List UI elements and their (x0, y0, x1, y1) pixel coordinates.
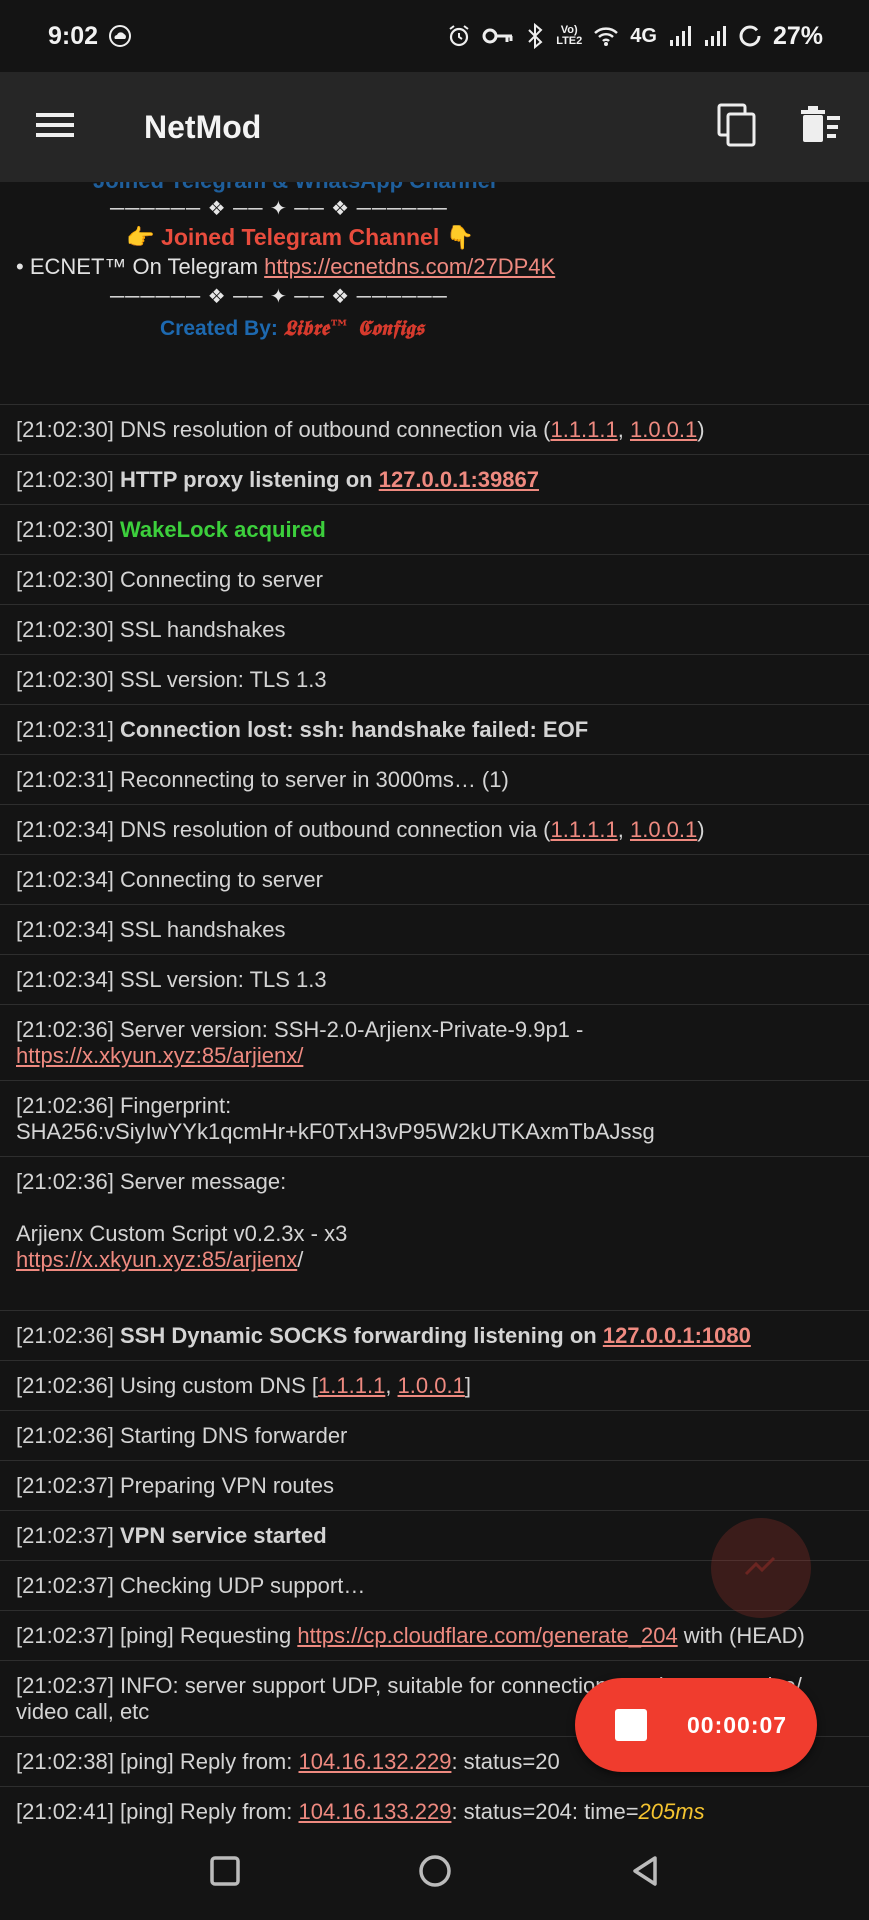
stats-fab[interactable] (711, 1518, 811, 1618)
log-row: [21:02:30] Connecting to server (0, 555, 869, 605)
dns-link[interactable]: 1.1.1.1 (318, 1373, 385, 1398)
log-row: [21:02:30] WakeLock acquired (0, 505, 869, 555)
back-triangle-icon[interactable] (629, 1854, 661, 1893)
log-row: [21:02:31] Reconnecting to server in 300… (0, 755, 869, 805)
network-type: 4G (630, 24, 657, 47)
log-row: [21:02:36] Server version: SSH-2.0-Arjie… (0, 1005, 869, 1081)
battery-level: 27% (772, 21, 823, 50)
log-row: [21:02:36] Using custom DNS [1.1.1.1, 1.… (0, 1361, 869, 1411)
status-bar: 9:02 Vo) LTE2 4G 27% (0, 0, 869, 72)
dns-link[interactable]: 1.1.1.1 (550, 817, 617, 842)
vpn-key-icon (482, 25, 514, 47)
hamburger-menu-icon[interactable] (36, 111, 74, 144)
ping-time: 205ms (638, 1799, 705, 1824)
signal-icon (668, 25, 692, 47)
log-row: [21:02:30] HTTP proxy listening on 127.0… (0, 455, 869, 505)
created-by: Created By: 𝕷𝖎𝖇𝖗𝖊™ 𝕮𝖔𝖓𝖋𝖎𝖌𝖘 (160, 315, 424, 341)
dns-link[interactable]: 1.0.0.1 (630, 817, 697, 842)
log-row: [21:02:36] Fingerprint: SHA256:vSiyIwYYk1… (0, 1081, 869, 1157)
ip-link[interactable]: 104.16.132.229 (299, 1749, 452, 1774)
connection-timer: 00:00:07 (687, 1711, 788, 1738)
ip-link[interactable]: 104.16.133.229 (299, 1799, 452, 1824)
telegram-label: 👉 Joined Telegram Channel 👇 (126, 224, 475, 250)
log-row: [21:02:31] Connection lost: ssh: handsha… (0, 705, 869, 755)
cloud-icon (108, 24, 132, 48)
log-row: [21:02:34] SSL version: TLS 1.3 (0, 955, 869, 1005)
ecnet-line: • ECNET™ On Telegram https://ecnetdns.co… (16, 254, 555, 280)
dns-link[interactable]: 1.0.0.1 (398, 1373, 465, 1398)
volte-icon: Vo) LTE2 (556, 24, 583, 47)
log-row: [21:02:34] Connecting to server (0, 855, 869, 905)
signal-icon (703, 25, 727, 47)
log-row: [21:02:30] SSL version: TLS 1.3 (0, 655, 869, 705)
clear-log-icon[interactable] (799, 105, 841, 149)
proxy-link[interactable]: 127.0.0.1:39867 (379, 467, 539, 492)
log-row: [21:02:34] DNS resolution of outbound co… (0, 805, 869, 855)
battery-ring-icon (738, 24, 762, 48)
ecnet-link[interactable]: https://ecnetdns.com/27DP4K (264, 254, 555, 279)
banner-divider: ────── ❖ ── ✦ ── ❖ ────── (110, 198, 448, 220)
bluetooth-icon (525, 23, 545, 49)
ecnet-prefix: • ECNET™ On Telegram (16, 254, 265, 279)
log-row: [21:02:37] [ping] Requesting https://cp.… (0, 1611, 869, 1661)
dns-link[interactable]: 1.1.1.1 (550, 417, 617, 442)
server-banner: Joined Telegram & WhatsApp Channel ─────… (0, 182, 869, 404)
system-nav-bar (0, 1826, 869, 1920)
log-list[interactable]: [21:02:30] DNS resolution of outbound co… (0, 404, 869, 1837)
dns-link[interactable]: 1.0.0.1 (630, 417, 697, 442)
created-brand: 𝕷𝖎𝖇𝖗𝖊™ 𝕮𝖔𝖓𝖋𝖎𝖌𝖘 (283, 315, 425, 340)
log-row: [21:02:34] SSL handshakes (0, 905, 869, 955)
log-row: [21:02:36] Starting DNS forwarder (0, 1411, 869, 1461)
trending-up-icon (744, 1554, 778, 1583)
server-link[interactable]: https://x.xkyun.xyz:85/arjienx/ (16, 1043, 303, 1068)
app-bar: NetMod (0, 72, 869, 182)
created-prefix: Created By: (160, 317, 284, 340)
alarm-icon (447, 24, 471, 48)
ping-link[interactable]: https://cp.cloudflare.com/generate_204 (297, 1623, 677, 1648)
recents-square-icon[interactable] (208, 1854, 242, 1893)
stop-icon (615, 1709, 647, 1741)
copy-icon[interactable] (717, 103, 757, 152)
home-circle-icon[interactable] (417, 1853, 453, 1894)
wifi-icon (593, 25, 619, 47)
log-row: [21:02:30] DNS resolution of outbound co… (0, 405, 869, 455)
status-time: 9:02 (48, 21, 99, 50)
log-row: [21:02:36] SSH Dynamic SOCKS forwarding … (0, 1311, 869, 1361)
banner-clipped-line: Joined Telegram & WhatsApp Channel (93, 182, 496, 194)
app-title: NetMod (144, 108, 262, 145)
log-row: [21:02:37] Preparing VPN routes (0, 1461, 869, 1511)
log-row: [21:02:30] SSL handshakes (0, 605, 869, 655)
stop-connection-button[interactable]: 00:00:07 (575, 1678, 817, 1772)
banner-divider: ────── ❖ ── ✦ ── ❖ ────── (110, 286, 448, 308)
server-link[interactable]: https://x.xkyun.xyz:85/arjienx (16, 1247, 297, 1272)
log-row: [21:02:36] Server message: Arjienx Custom… (0, 1157, 869, 1311)
proxy-link[interactable]: 127.0.0.1:1080 (603, 1323, 751, 1348)
